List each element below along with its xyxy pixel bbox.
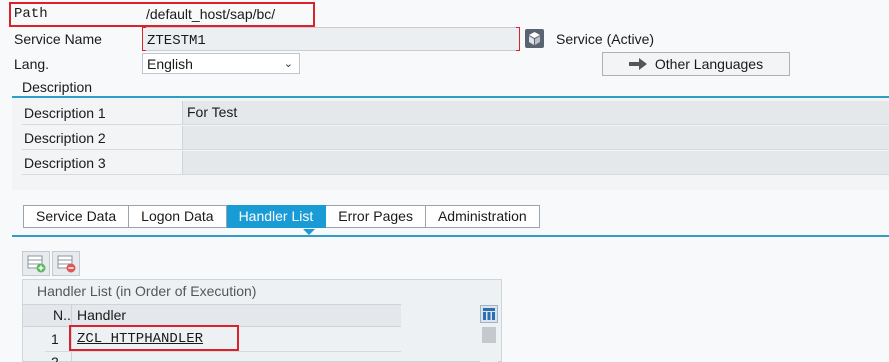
tab-service-data[interactable]: Service Data [23, 205, 130, 228]
scrollbar-thumb[interactable] [482, 327, 496, 343]
tab-administration[interactable]: Administration [425, 205, 540, 228]
row-1-number: 1 [51, 331, 59, 347]
cube-icon[interactable] [525, 29, 544, 48]
description-row-3: Description 3 [22, 150, 889, 175]
service-name-field[interactable]: ZTESTM1 [142, 27, 520, 51]
row-2-handler[interactable] [73, 351, 273, 362]
description-group-header: Description [12, 78, 889, 98]
arrow-right-icon [628, 57, 647, 73]
other-languages-button[interactable]: Other Languages [602, 52, 790, 76]
description-group: Description 1 For Test Description 2 Des… [12, 98, 889, 190]
tab-strip: Service Data Logon Data Handler List Err… [23, 205, 540, 228]
lang-label: Lang. [14, 56, 50, 72]
other-languages-label: Other Languages [654, 56, 764, 72]
service-name-label: Service Name [14, 31, 102, 47]
description-2-label: Description 2 [24, 130, 106, 146]
handler-highlight-box [69, 325, 239, 351]
tab-error-pages[interactable]: Error Pages [326, 205, 426, 228]
chevron-down-icon: ⌄ [283, 58, 293, 70]
handler-table-title: Handler List (in Order of Execution) [37, 283, 257, 299]
tab-underline [12, 235, 889, 237]
lang-select[interactable]: English ⌄ [142, 53, 300, 74]
column-header-number[interactable]: N.. [49, 304, 71, 327]
path-value: /default_host/sap/bc/ [146, 6, 276, 22]
description-3-field[interactable] [182, 151, 889, 174]
lang-select-value: English [147, 56, 193, 72]
description-row-1: Description 1 For Test [22, 100, 889, 125]
description-1-value: For Test [187, 104, 238, 120]
path-label: Path [14, 6, 48, 22]
description-1-label: Description 1 [24, 105, 106, 121]
description-2-field[interactable] [182, 126, 889, 149]
tab-handler-list[interactable]: Handler List [226, 205, 327, 228]
table-settings-icon[interactable] [480, 305, 498, 323]
description-1-field[interactable]: For Test [182, 101, 889, 124]
description-row-2: Description 2 [22, 125, 889, 150]
required-marker-right [516, 27, 520, 51]
delete-row-icon[interactable] [52, 251, 80, 276]
service-status: Service (Active) [556, 31, 655, 47]
required-marker-left [142, 27, 146, 51]
service-name-value: ZTESTM1 [147, 33, 206, 49]
insert-row-icon[interactable] [22, 251, 50, 276]
description-3-label: Description 3 [24, 155, 106, 171]
description-header-label: Description [22, 79, 93, 95]
table-scrollbar[interactable] [480, 325, 498, 362]
column-header-handler[interactable]: Handler [73, 304, 273, 327]
tab-logon-data[interactable]: Logon Data [129, 205, 227, 228]
row-2-number: 2 [51, 354, 59, 362]
